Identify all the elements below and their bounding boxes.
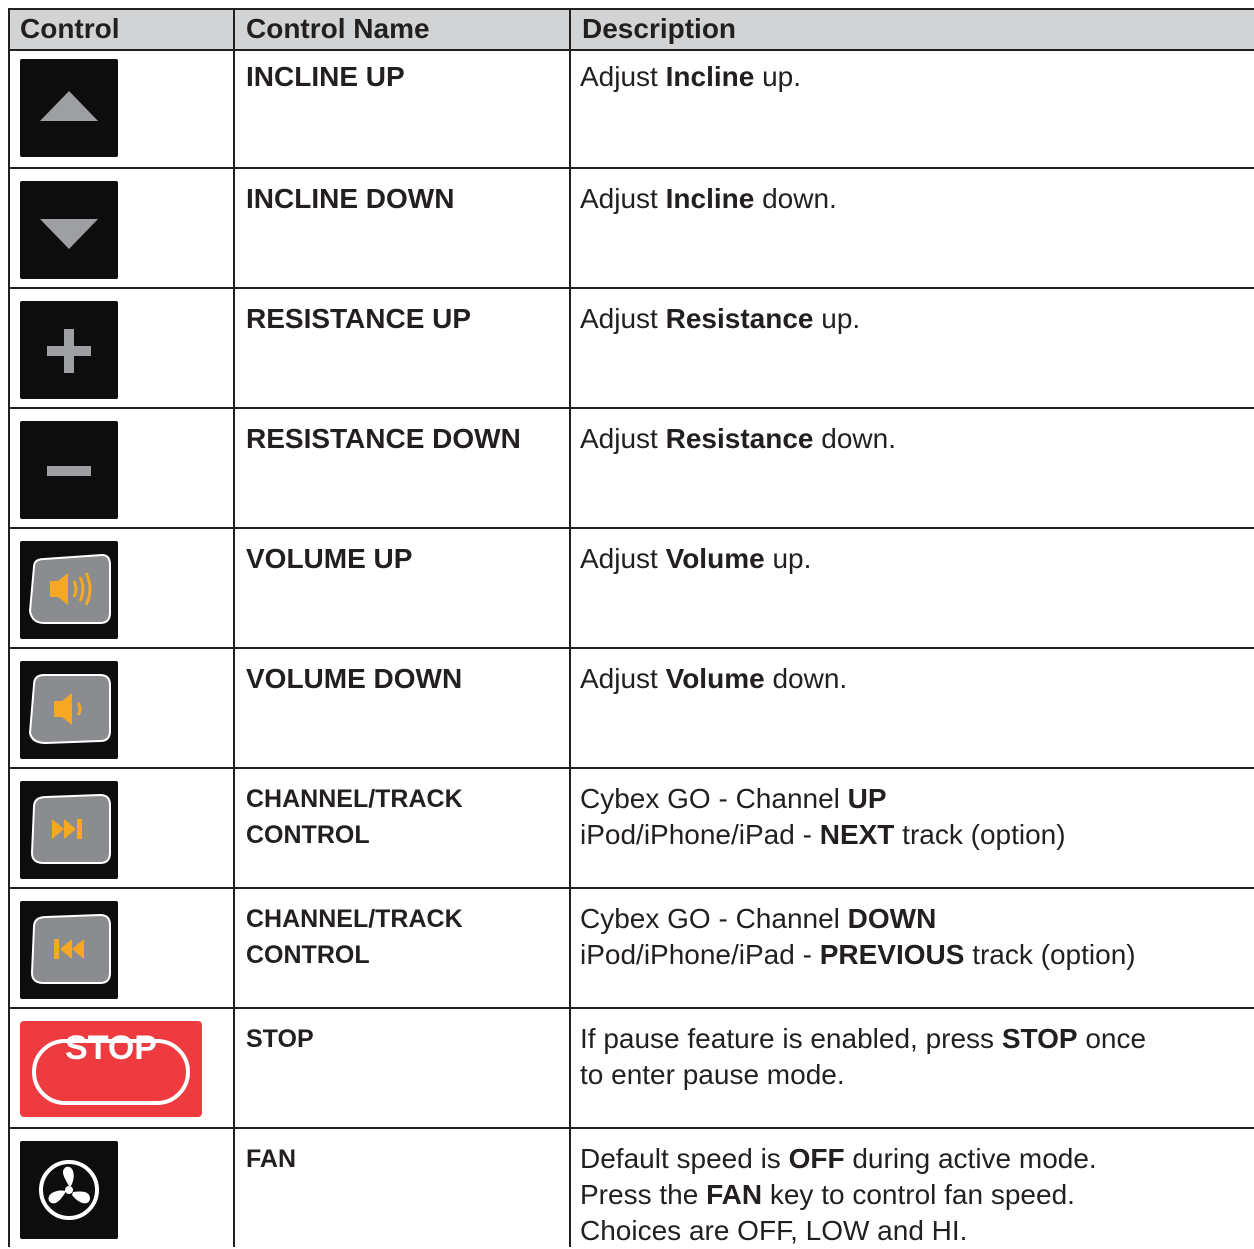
incline-down-icon[interactable] (20, 181, 118, 279)
table-row: VOLUME UP Adjust Volume up. (8, 529, 1254, 649)
table-row: RESISTANCE DOWN Adjust Resistance down. (8, 409, 1254, 529)
control-description: Adjust Resistance down. (580, 423, 896, 454)
table-header: Control Control Name Description (8, 8, 1254, 51)
control-name: RESISTANCE DOWN (246, 423, 521, 454)
table-row: CHANNEL/TRACK CONTROL Cybex GO - Channel … (8, 889, 1254, 1009)
control-name: VOLUME DOWN (246, 663, 463, 694)
volume-down-icon[interactable] (20, 661, 118, 759)
control-description: Adjust Resistance up. (580, 303, 861, 334)
control-description: Cybex GO - Channel UP iPod/iPhone/iPad -… (580, 783, 1066, 850)
control-description: Default speed is OFF during active mode.… (580, 1143, 1097, 1246)
control-name: FAN (246, 1145, 296, 1173)
fan-icon[interactable] (20, 1141, 118, 1239)
stop-icon-label: STOP (65, 1029, 157, 1067)
header-control: Control (20, 13, 120, 44)
control-name: STOP (246, 1025, 314, 1053)
control-name: CHANNEL/TRACK CONTROL (246, 785, 463, 849)
table-row: INCLINE DOWN Adjust Incline down. (8, 169, 1254, 289)
minus-icon[interactable] (20, 421, 118, 519)
table-row: INCLINE UP Adjust Incline up. (8, 47, 1254, 167)
table-row: VOLUME DOWN Adjust Volume down. (8, 649, 1254, 769)
control-name: INCLINE UP (246, 61, 405, 92)
control-description: If pause feature is enabled, press STOP … (580, 1023, 1147, 1090)
next-track-icon[interactable] (20, 781, 118, 879)
controls-table: Control Control Name Description INCLINE… (0, 0, 1254, 1247)
previous-track-icon[interactable] (20, 901, 118, 999)
volume-up-icon[interactable] (20, 541, 118, 639)
control-description: Adjust Incline up. (580, 61, 802, 92)
incline-up-icon[interactable] (20, 59, 118, 157)
stop-icon[interactable]: STOP (20, 1021, 202, 1117)
header-description: Description (582, 13, 737, 44)
table-row: RESISTANCE UP Adjust Resistance up. (8, 289, 1254, 409)
control-description: Adjust Volume down. (580, 663, 848, 694)
table-row: CHANNEL/TRACK CONTROL Cybex GO - Channel … (8, 769, 1254, 889)
control-description: Adjust Volume up. (580, 543, 812, 574)
table-row: FAN Default speed is OFF during active m… (8, 1129, 1254, 1247)
control-name: CHANNEL/TRACK CONTROL (246, 905, 463, 969)
control-name: INCLINE DOWN (246, 183, 455, 214)
table-row: STOP STOP If pause feature is enabled, p… (8, 1009, 1254, 1129)
control-description: Cybex GO - Channel DOWN iPod/iPhone/iPad… (580, 903, 1136, 970)
control-description: Adjust Incline down. (580, 183, 837, 214)
plus-icon[interactable] (20, 301, 118, 399)
header-control-name: Control Name (246, 13, 430, 44)
control-name: RESISTANCE UP (246, 303, 472, 334)
control-name: VOLUME UP (246, 543, 413, 574)
